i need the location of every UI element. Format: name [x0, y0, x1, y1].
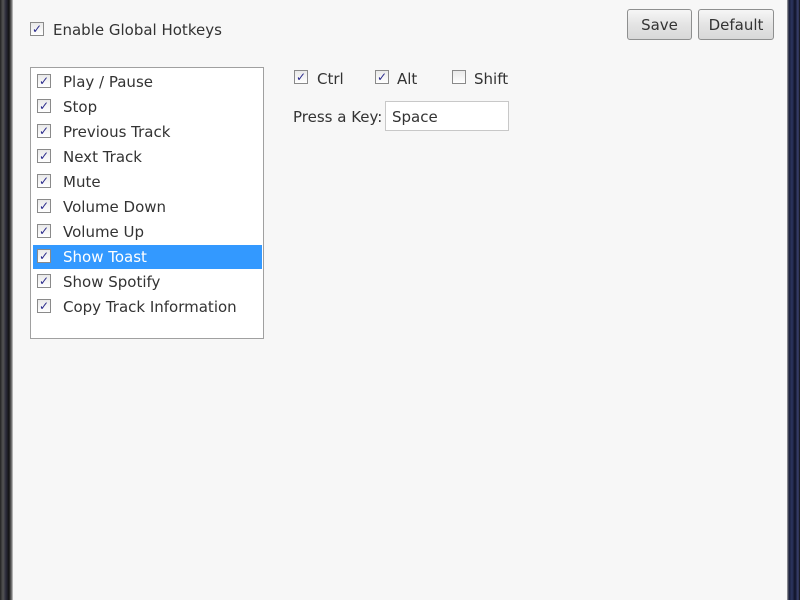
check-icon: ✓: [38, 249, 50, 263]
hotkey-label: Previous Track: [63, 123, 171, 141]
ctrl-checkbox[interactable]: ✓: [294, 70, 308, 84]
hotkey-list-item[interactable]: ✓ Play / Pause: [33, 70, 262, 94]
hotkey-label: Mute: [63, 173, 101, 191]
enable-global-hotkeys-label: Enable Global Hotkeys: [53, 21, 222, 39]
hotkey-list-item[interactable]: ✓ Volume Up: [33, 220, 262, 244]
check-icon: ✓: [38, 74, 50, 88]
hotkey-checkbox[interactable]: ✓: [37, 199, 51, 213]
hotkey-label: Show Toast: [63, 248, 147, 266]
check-icon: ✓: [38, 99, 50, 113]
check-icon: ✓: [38, 224, 50, 238]
hotkey-list-item[interactable]: ✓ Show Toast: [33, 245, 262, 269]
hotkey-label: Volume Up: [63, 223, 145, 241]
hotkey-list-item[interactable]: ✓ Next Track: [33, 145, 262, 169]
check-icon: ✓: [38, 174, 50, 188]
hotkey-checkbox[interactable]: ✓: [37, 124, 51, 138]
window-border-left: [0, 0, 13, 600]
check-icon: ✓: [38, 299, 50, 313]
hotkey-checkbox[interactable]: ✓: [37, 274, 51, 288]
hotkey-checkbox[interactable]: ✓: [37, 224, 51, 238]
check-icon: ✓: [38, 274, 50, 288]
check-icon: ✓: [38, 199, 50, 213]
window-border-right: [787, 0, 800, 600]
shift-label: Shift: [474, 70, 509, 88]
check-icon: ✓: [38, 124, 50, 138]
check-icon: ✓: [376, 70, 388, 84]
alt-label: Alt: [397, 70, 418, 88]
hotkey-list-item[interactable]: ✓ Copy Track Information: [33, 295, 262, 319]
check-icon: ✓: [38, 149, 50, 163]
shift-checkbox[interactable]: [452, 70, 466, 84]
check-icon: ✓: [295, 70, 307, 84]
hotkey-list-item[interactable]: ✓ Stop: [33, 95, 262, 119]
hotkey-list-item[interactable]: ✓ Volume Down: [33, 195, 262, 219]
hotkey-checkbox[interactable]: ✓: [37, 149, 51, 163]
save-button[interactable]: Save: [627, 9, 692, 40]
hotkey-label: Stop: [63, 98, 98, 116]
hotkey-label: Volume Down: [63, 198, 167, 216]
key-input[interactable]: Space: [385, 101, 509, 131]
hotkey-label: Play / Pause: [63, 73, 153, 91]
ctrl-label: Ctrl: [317, 70, 344, 88]
hotkey-label: Show Spotify: [63, 273, 161, 291]
hotkey-checkbox[interactable]: ✓: [37, 249, 51, 263]
hotkey-checkbox[interactable]: ✓: [37, 299, 51, 313]
hotkey-checkbox[interactable]: ✓: [37, 99, 51, 113]
alt-checkbox[interactable]: ✓: [375, 70, 389, 84]
enable-global-hotkeys-checkbox[interactable]: ✓: [30, 22, 44, 36]
hotkey-list-item[interactable]: ✓ Show Spotify: [33, 270, 262, 294]
check-icon: ✓: [31, 22, 43, 36]
hotkey-checkbox[interactable]: ✓: [37, 74, 51, 88]
hotkey-list-item[interactable]: ✓ Mute: [33, 170, 262, 194]
hotkey-label: Next Track: [63, 148, 142, 166]
hotkey-label: Copy Track Information: [63, 298, 237, 316]
hotkey-list-item[interactable]: ✓ Previous Track: [33, 120, 262, 144]
press-a-key-label: Press a Key:: [293, 108, 383, 126]
hotkey-checkbox[interactable]: ✓: [37, 174, 51, 188]
default-button[interactable]: Default: [698, 9, 774, 40]
hotkey-list[interactable]: ✓ Play / Pause ✓ Stop ✓ Previous Track ✓ Next T…: [30, 67, 264, 339]
